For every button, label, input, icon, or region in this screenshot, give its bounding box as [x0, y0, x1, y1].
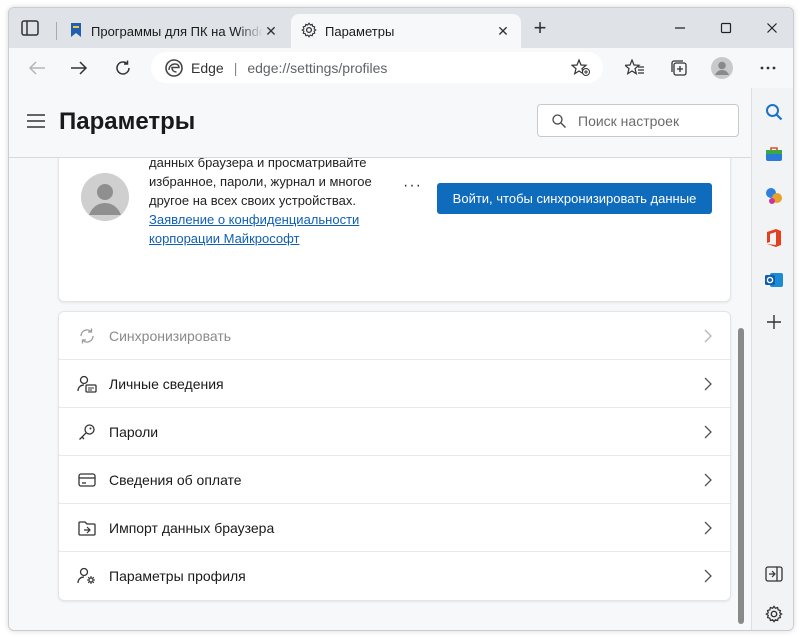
forward-button[interactable] [65, 54, 93, 82]
gear-icon [301, 21, 317, 41]
favorites-button[interactable] [621, 54, 649, 82]
settings-item-personal-info[interactable]: Личные сведения [59, 360, 732, 408]
close-icon[interactable]: ✕ [495, 23, 511, 39]
tab-programs[interactable]: Программы для ПК на Windows ✕ [59, 14, 289, 48]
chevron-right-icon [698, 569, 718, 583]
settings-item-import[interactable]: Импорт данных браузера [59, 504, 732, 552]
tab-title: Программы для ПК на Windows [91, 23, 263, 39]
hide-sidebar-icon[interactable] [762, 562, 786, 586]
settings-item-label: Личные сведения [109, 375, 224, 392]
settings-item-label: Синхронизировать [109, 327, 232, 344]
outlook-icon[interactable] [762, 268, 786, 292]
address-bar[interactable]: Edge | edge://settings/profiles [151, 52, 603, 83]
more-options-button[interactable]: ··· [403, 177, 422, 195]
menu-icon[interactable] [27, 114, 45, 128]
settings-item-passwords[interactable]: Пароли [59, 408, 732, 456]
url-text: edge://settings/profiles [247, 59, 388, 76]
search-icon [552, 113, 566, 128]
settings-item-label: Сведения об оплате [109, 471, 242, 488]
settings-item-payment[interactable]: Сведения об оплате [59, 456, 732, 504]
search-icon[interactable] [762, 100, 786, 124]
profile-avatar[interactable] [708, 54, 736, 82]
tab-settings[interactable]: Параметры ✕ [291, 14, 521, 48]
credit-card-icon [75, 468, 99, 492]
add-icon[interactable] [762, 310, 786, 334]
chevron-right-icon [698, 425, 718, 439]
tab-strip: Программы для ПК на Windows ✕ Параметры … [9, 8, 793, 48]
sync-description: данных браузера и просматривайте избранн… [149, 155, 372, 208]
profile-settings-icon [75, 564, 99, 588]
close-icon[interactable]: ✕ [263, 23, 279, 39]
page-title: Параметры [59, 108, 196, 135]
gear-icon[interactable] [762, 602, 786, 626]
settings-item-sync[interactable]: Синхронизировать [59, 312, 732, 360]
sign-in-sync-button[interactable]: Войти, чтобы синхронизировать данные [437, 183, 712, 214]
sync-icon [75, 324, 99, 348]
edge-logo-icon [165, 58, 183, 77]
search-input[interactable]: Поиск настроек [537, 104, 739, 137]
close-window-button[interactable] [749, 8, 793, 48]
profile-description: данных браузера и просматривайте избранн… [149, 153, 379, 248]
scrollbar[interactable] [738, 328, 744, 624]
import-folder-icon [75, 516, 99, 540]
minimize-button[interactable] [657, 8, 703, 48]
refresh-button[interactable] [109, 54, 137, 82]
profile-settings-list: Синхронизировать Личные сведения Пароли [58, 311, 732, 601]
chevron-right-icon [698, 521, 718, 535]
new-tab-button[interactable]: + [529, 17, 551, 40]
privacy-statement-link[interactable]: Заявление о конфиденциальности корпораци… [149, 212, 359, 246]
collections-button[interactable] [665, 54, 693, 82]
settings-item-label: Параметры профиля [109, 568, 246, 584]
browser-window: Программы для ПК на Windows ✕ Параметры … [8, 7, 794, 631]
tools-icon[interactable] [762, 184, 786, 208]
back-button[interactable] [23, 54, 51, 82]
browser-toolbar: Edge | edge://settings/profiles [9, 48, 793, 88]
avatar [81, 173, 129, 221]
maximize-button[interactable] [703, 8, 749, 48]
address-separator: | [233, 59, 238, 76]
site-favicon-icon [69, 22, 83, 41]
search-placeholder: Поиск настроек [578, 112, 680, 129]
chevron-right-icon [698, 377, 718, 391]
settings-item-label: Импорт данных браузера [109, 519, 275, 536]
key-icon [75, 420, 99, 444]
shopping-icon[interactable] [762, 142, 786, 166]
tab-actions-icon[interactable] [21, 20, 39, 36]
settings-content: Параметры Поиск настроек данных браузера… [9, 88, 751, 630]
chevron-right-icon [698, 329, 718, 343]
favorite-star-add-icon[interactable] [571, 58, 591, 77]
tab-title: Параметры [325, 23, 395, 39]
office-icon[interactable] [762, 226, 786, 250]
personal-info-icon [75, 372, 99, 396]
chevron-right-icon [698, 473, 718, 487]
settings-item-label: Пароли [109, 423, 159, 440]
settings-item-profile-preferences[interactable]: Параметры профиля [59, 552, 732, 600]
site-label: Edge [191, 59, 224, 76]
tab-separator [56, 22, 57, 40]
settings-header: Параметры Поиск настроек [9, 88, 751, 158]
edge-sidebar [751, 88, 793, 630]
settings-more-button[interactable] [754, 54, 782, 82]
